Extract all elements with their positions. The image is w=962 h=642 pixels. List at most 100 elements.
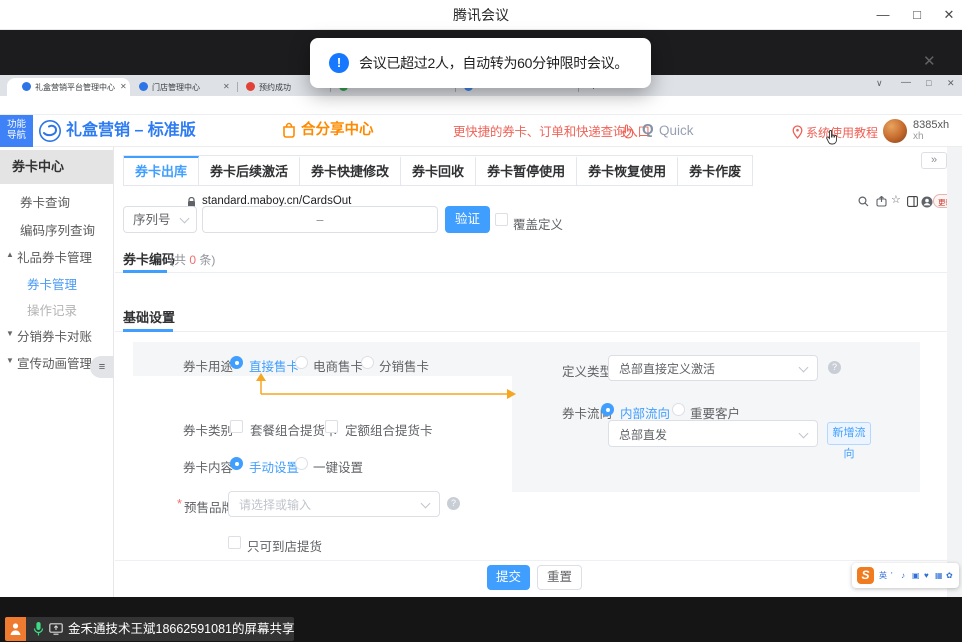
- codes-section-title[interactable]: 券卡编码: [123, 252, 175, 268]
- usage-radio-direct[interactable]: [230, 356, 243, 369]
- sidebar-group-animation[interactable]: 宣传动画管理: [17, 353, 92, 372]
- screen-share-indicator[interactable]: 金禾通技术王斌18662591081的屏幕共享: [26, 617, 294, 641]
- content-radio-manual[interactable]: [230, 457, 243, 470]
- quick-search-icon[interactable]: Q: [642, 121, 654, 139]
- sidebar-item-serial-query[interactable]: 编码序列查询: [20, 220, 95, 239]
- store-only-checkbox[interactable]: [228, 536, 241, 549]
- bookmark-star-icon[interactable]: ☆: [891, 194, 901, 207]
- close-button[interactable]: ✕: [938, 6, 960, 24]
- main-tabbar: 券卡出库 券卡后续激活 券卡快捷修改 券卡回收 券卡暂停使用 券卡恢复使用 券卡…: [123, 155, 753, 186]
- flow-value: 总部直发: [619, 428, 667, 442]
- browser-tabsearch-icon[interactable]: ∨: [876, 78, 883, 89]
- tab-close-icon[interactable]: ✕: [223, 82, 230, 92]
- tab-card-void[interactable]: 券卡作废: [678, 156, 752, 185]
- sidebar-item-card-query[interactable]: 券卡查询: [20, 192, 70, 211]
- meeting-window: 腾讯会议 — □ ✕ ∨ — □ ✕ 礼盒营销平台管理中心 ✕ 门店管理中心 ✕…: [0, 0, 962, 642]
- ime-punct-icon[interactable]: ': [891, 571, 893, 580]
- category-checkbox-fixed[interactable]: [325, 420, 338, 433]
- ime-settings-icon[interactable]: ✿: [946, 571, 953, 580]
- tab-card-activate[interactable]: 券卡后续激活: [199, 156, 300, 185]
- tab-label: 礼盒营销平台管理中心: [35, 82, 115, 93]
- zoom-icon[interactable]: [858, 196, 869, 207]
- meeting-titlebar: 腾讯会议 — □ ✕: [0, 0, 962, 30]
- ime-emoji-icon[interactable]: ▣: [912, 571, 920, 580]
- serial-range-input[interactable]: –: [202, 206, 438, 233]
- define-type-value: 总部直接定义激活: [619, 362, 715, 376]
- browser-close-icon[interactable]: ✕: [947, 78, 955, 89]
- flow-select[interactable]: 总部直发: [608, 420, 818, 447]
- usage-label: 券卡用途: [183, 356, 233, 375]
- content-option-manual[interactable]: 手动设置: [249, 457, 299, 476]
- group-collapsed-icon: ▼: [6, 356, 14, 365]
- tabbar-more-button[interactable]: »: [921, 152, 947, 169]
- sidebar-group-gift-card[interactable]: 礼品券卡管理: [17, 247, 92, 266]
- ime-lang-icon[interactable]: 英: [879, 571, 887, 580]
- maximize-button[interactable]: □: [906, 6, 928, 24]
- sidebar-group-dist-account[interactable]: 分销券卡对账: [17, 326, 92, 345]
- tab-card-quick-edit[interactable]: 券卡快捷修改: [300, 156, 401, 185]
- add-flow-button[interactable]: 新增流向: [827, 422, 871, 445]
- brand-select[interactable]: 请选择或输入: [228, 491, 440, 517]
- quick-label[interactable]: Quick: [659, 123, 694, 139]
- tab-card-pause[interactable]: 券卡暂停使用: [476, 156, 577, 185]
- chevron-down-icon: [799, 429, 809, 439]
- tab-close-icon[interactable]: ✕: [120, 82, 127, 92]
- content-radio-onekey[interactable]: [295, 457, 308, 470]
- flow-radio-vip[interactable]: [672, 403, 685, 416]
- sharer-avatar-box[interactable]: [5, 617, 26, 641]
- brand-help-icon[interactable]: ?: [447, 497, 460, 510]
- browser-tab-store-admin[interactable]: 门店管理中心 ✕: [131, 78, 237, 96]
- active-tab-underline: [123, 329, 173, 332]
- browser-tab-gift-admin[interactable]: 礼盒营销平台管理中心 ✕: [7, 78, 130, 96]
- share-icon[interactable]: [876, 196, 887, 207]
- sidebar-item-card-mgmt-active[interactable]: 券卡管理: [27, 274, 77, 293]
- brand-title[interactable]: 礼盒营销 – 标准版: [66, 121, 196, 140]
- group-collapsed-icon: ▼: [6, 329, 14, 338]
- tab-label: 门店管理中心: [152, 82, 220, 93]
- user-avatar[interactable]: [883, 119, 907, 143]
- count-suffix: 条): [196, 253, 215, 267]
- category-option-fixed[interactable]: 定额组合提货卡: [345, 420, 433, 439]
- tab-card-resume[interactable]: 券卡恢复使用: [577, 156, 678, 185]
- page-scrollbar[interactable]: [947, 147, 962, 597]
- chevron-down-icon: [421, 499, 431, 509]
- category-checkbox-combo[interactable]: [230, 420, 243, 433]
- tutorial-link[interactable]: 系统使用教程: [806, 126, 878, 140]
- ime-mic-icon[interactable]: ♪: [901, 571, 905, 580]
- sidebar-item-op-log[interactable]: 操作记录: [27, 300, 77, 319]
- ime-logo[interactable]: S: [857, 567, 874, 584]
- content-option-onekey[interactable]: 一键设置: [313, 457, 363, 476]
- brand-logo: [39, 120, 61, 142]
- settings-section-title[interactable]: 基础设置: [123, 310, 175, 326]
- serial-type-select[interactable]: 序列号: [123, 206, 197, 233]
- tab-card-out[interactable]: 券卡出库: [124, 156, 199, 185]
- side-panel-icon[interactable]: [907, 196, 918, 207]
- ime-toolbox-icon[interactable]: ▦: [935, 571, 943, 580]
- share-center-icon: [281, 121, 297, 138]
- tab-card-recycle[interactable]: 券卡回收: [401, 156, 476, 185]
- sidebar-collapse-handle[interactable]: ≡: [90, 356, 114, 378]
- define-type-select[interactable]: 总部直接定义激活: [608, 355, 818, 381]
- browser-restore-icon[interactable]: □: [926, 78, 931, 89]
- share-center-link[interactable]: 合分享中心: [301, 122, 374, 139]
- toast-close-icon[interactable]: ✕: [923, 53, 936, 71]
- overwrite-checkbox[interactable]: [495, 213, 508, 226]
- usage-radio-dist[interactable]: [361, 356, 374, 369]
- cursor-hand: [825, 129, 839, 146]
- meeting-toast: ! 会议已超过2人，自动转为60分钟限时会议。 ✕: [310, 38, 651, 88]
- flow-radio-internal[interactable]: [601, 403, 614, 416]
- minimize-button[interactable]: —: [872, 6, 894, 24]
- ime-skin-icon[interactable]: ♥: [924, 571, 929, 580]
- profile-icon[interactable]: [921, 196, 933, 208]
- content-label: 券卡内容: [183, 457, 233, 476]
- verify-button[interactable]: 验证: [445, 206, 490, 233]
- define-help-icon[interactable]: ?: [828, 361, 841, 374]
- usage-radio-ecom[interactable]: [295, 356, 308, 369]
- info-icon: !: [329, 53, 349, 73]
- function-nav-toggle[interactable]: 功能 导航: [0, 115, 33, 147]
- tab-favicon: [246, 82, 255, 91]
- reset-button[interactable]: 重置: [537, 565, 582, 590]
- browser-minimize-icon[interactable]: —: [901, 77, 911, 89]
- submit-button[interactable]: 提交: [487, 565, 530, 590]
- codes-count: (共 0 条): [170, 253, 215, 267]
